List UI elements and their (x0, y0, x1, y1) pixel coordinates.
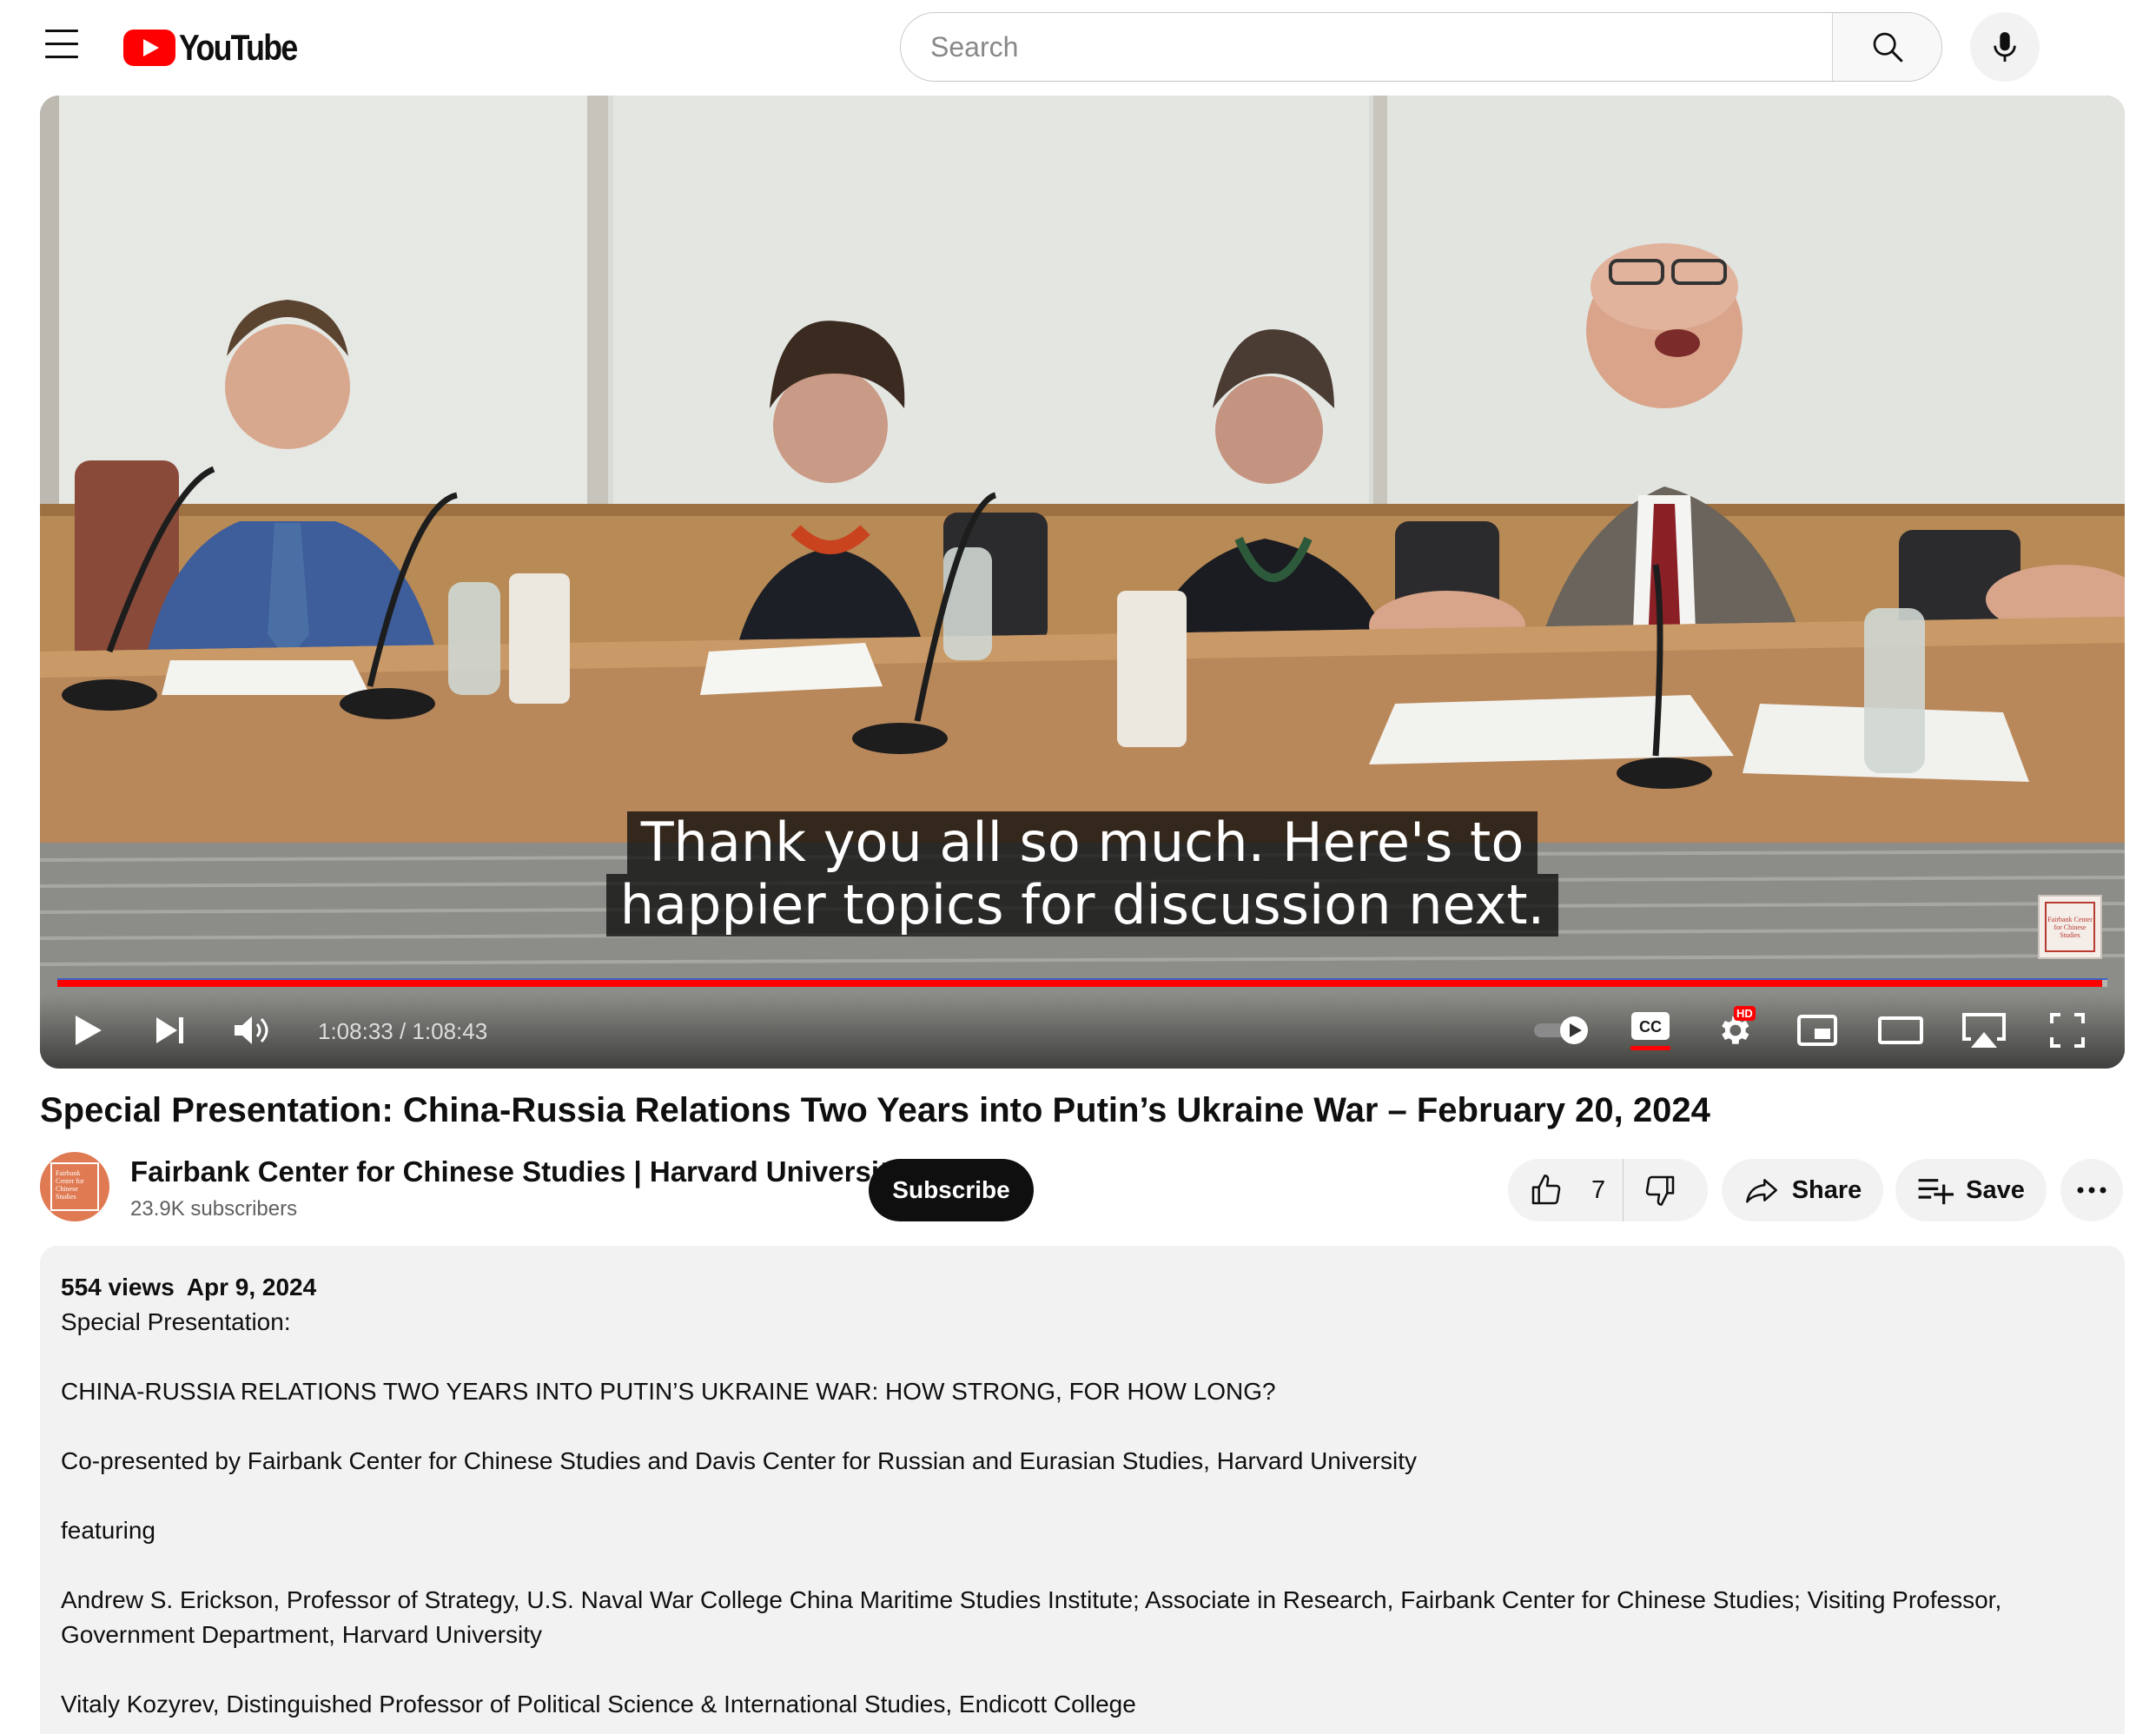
subscriber-count: 23.9K subscribers (130, 1197, 298, 1221)
svg-text:CC: CC (1639, 1018, 1662, 1036)
description-line: Vitaly Kozyrev, Distinguished Professor … (61, 1691, 1136, 1717)
search-icon (1873, 32, 1902, 63)
description-line: Co-presented by Fairbank Center for Chin… (61, 1447, 1417, 1474)
search-box (900, 12, 1942, 82)
thumbs-down-icon (1645, 1175, 1674, 1206)
add-to-playlist-icon (1918, 1179, 1954, 1205)
logo-text: YouTube (179, 27, 298, 68)
avatar-text: Fairbank Center for Chinese Studies (50, 1162, 99, 1211)
upload-date: Apr 9, 2024 (186, 1274, 317, 1300)
next-button[interactable] (148, 1008, 193, 1053)
search-input[interactable] (901, 13, 1832, 81)
caption-line-1: Thank you all so much. Here's to (626, 811, 1538, 874)
airplay-icon (1962, 1013, 2006, 1048)
description-line: CHINA-RUSSIA RELATIONS TWO YEARS INTO PU… (61, 1378, 1276, 1405)
masthead: YouTube (0, 0, 2156, 96)
like-button[interactable]: 7 (1508, 1159, 1624, 1221)
progress-bar[interactable] (57, 978, 2107, 987)
share-button[interactable]: Share (1722, 1159, 1883, 1221)
play-icon (76, 1016, 102, 1045)
search-button[interactable] (1832, 13, 1941, 81)
miniplayer-button[interactable] (1793, 1008, 1842, 1053)
description-box[interactable]: 554 views Apr 9, 2024 Special Presentatio… (40, 1246, 2125, 1734)
like-dislike-group: 7 (1508, 1159, 1708, 1221)
share-label: Share (1791, 1175, 1862, 1204)
more-actions-button[interactable] (2060, 1159, 2123, 1221)
description-meta: 554 views Apr 9, 2024 (61, 1270, 2104, 1305)
airplay-button[interactable] (1958, 1008, 2010, 1053)
skip-next-icon (156, 1017, 183, 1043)
autoplay-toggle[interactable] (1532, 1008, 1593, 1053)
more-horizontal-icon (2077, 1187, 2106, 1194)
thumbs-up-icon (1531, 1175, 1561, 1205)
channel-avatar[interactable]: Fairbank Center for Chinese Studies (40, 1152, 109, 1221)
closed-caption: Thank you all so much. Here's to happier… (40, 811, 2125, 936)
owner-row: Fairbank Center for Chinese Studies Fair… (40, 1152, 2125, 1227)
fullscreen-button[interactable] (2043, 1008, 2092, 1053)
share-icon (1745, 1179, 1777, 1203)
progress-played (57, 980, 2103, 987)
mute-button[interactable] (229, 1008, 274, 1053)
video-title: Special Presentation: China-Russia Relat… (40, 1091, 1710, 1129)
caption-line-2: happier topics for discussion next. (605, 874, 1559, 936)
volume-icon (235, 1016, 268, 1044)
hd-badge: HD (1734, 1006, 1756, 1021)
view-count: 554 views (61, 1274, 175, 1300)
voice-search-button[interactable] (1970, 12, 2040, 82)
time-display: 1:08:33 / 1:08:43 (318, 1018, 487, 1045)
miniplayer-icon (1797, 1015, 1837, 1046)
menu-icon[interactable] (42, 30, 82, 64)
channel-watermark[interactable]: Fairbank Center for Chinese Studies (2038, 895, 2102, 959)
subscribe-button[interactable]: Subscribe (869, 1159, 1034, 1221)
time-separator: / (393, 1018, 413, 1044)
theater-mode-button[interactable] (1875, 1008, 1927, 1053)
closed-captions-icon: CC (1631, 1011, 1670, 1040)
subtitles-button[interactable]: CC (1626, 1008, 1675, 1053)
settings-button[interactable]: HD (1710, 1006, 1758, 1053)
subtitles-active-indicator (1630, 1045, 1670, 1050)
description-line: Andrew S. Erickson, Professor of Strateg… (61, 1586, 2002, 1648)
youtube-play-logo-icon (123, 30, 175, 66)
fullscreen-icon (2050, 1013, 2085, 1048)
like-count: 7 (1591, 1175, 1606, 1204)
theater-mode-icon (1878, 1016, 1923, 1044)
autoplay-toggle-icon (1534, 1016, 1588, 1044)
description-line: Special Presentation: (61, 1308, 291, 1335)
player-controls: 1:08:33 / 1:08:43 CC HD (40, 994, 2125, 1069)
play-button[interactable] (66, 1008, 111, 1053)
watermark-text: Fairbank Center for Chinese Studies (2045, 902, 2095, 952)
microphone-icon (1994, 32, 2016, 62)
youtube-logo[interactable]: YouTube (123, 26, 317, 69)
save-button[interactable]: Save (1895, 1159, 2047, 1221)
dislike-button[interactable] (1624, 1159, 1708, 1221)
current-time: 1:08:33 (318, 1018, 394, 1044)
save-label: Save (1966, 1175, 2025, 1204)
duration: 1:08:43 (412, 1018, 488, 1044)
description-line: featuring (61, 1517, 155, 1544)
channel-name[interactable]: Fairbank Center for Chinese Studies | Ha… (130, 1155, 904, 1188)
video-player[interactable]: Thank you all so much. Here's to happier… (40, 96, 2125, 1069)
